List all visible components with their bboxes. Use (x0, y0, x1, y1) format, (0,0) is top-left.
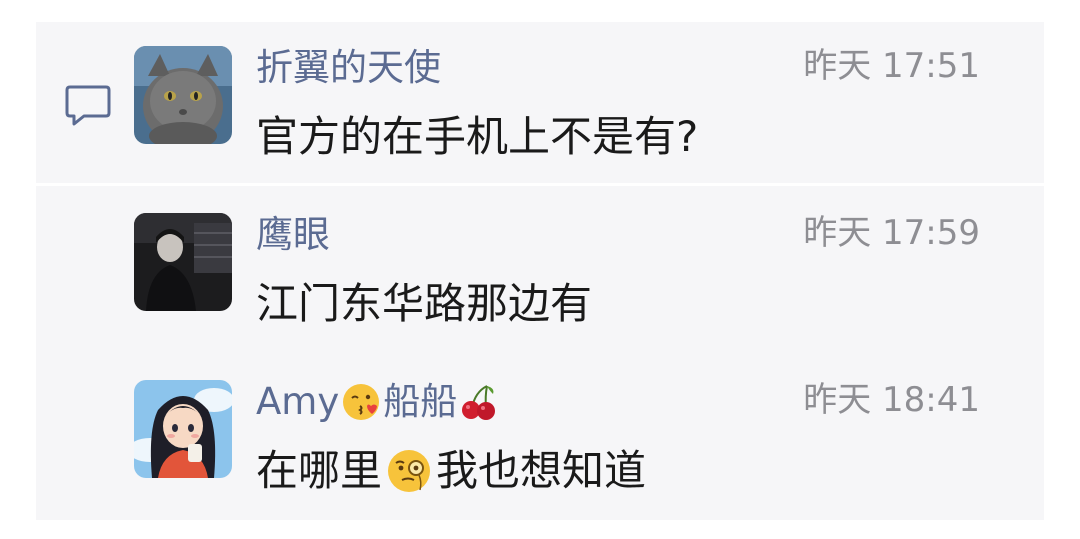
comment-text: 官方的在手机上不是有? (256, 112, 699, 161)
comment-text-part: 在哪里 (256, 446, 383, 495)
avatar[interactable] (134, 380, 232, 478)
timestamp: 昨天 17:51 (803, 46, 980, 86)
timestamp: 昨天 18:41 (803, 380, 980, 420)
kissing-face-emoji (341, 382, 381, 422)
comment-item[interactable]: 折翼的天使 昨天 17:51 官方的在手机上不是有? (0, 0, 1080, 161)
face-with-monocle-emoji (386, 448, 432, 494)
username-prefix: Amy (256, 380, 340, 423)
comment-text-part: 我也想知道 (436, 446, 647, 495)
comment-item[interactable]: 鹰眼 昨天 17:59 江门东华路那边有 (0, 167, 1080, 328)
username-middle: 船船 (383, 380, 458, 423)
comment-item[interactable]: Amy 船船 昨天 18:41 在哪里 我也想知道 (0, 334, 1080, 495)
username[interactable]: Amy 船船 (256, 380, 501, 424)
avatar[interactable] (134, 46, 232, 144)
comment-text: 江门东华路那边有 (256, 279, 593, 328)
cherries-emoji (459, 382, 499, 422)
comment-text: 在哪里 我也想知道 (256, 444, 646, 498)
timestamp: 昨天 17:59 (803, 213, 980, 253)
username[interactable]: 鹰眼 (256, 213, 330, 257)
avatar[interactable] (134, 213, 232, 311)
username[interactable]: 折翼的天使 (256, 46, 441, 90)
